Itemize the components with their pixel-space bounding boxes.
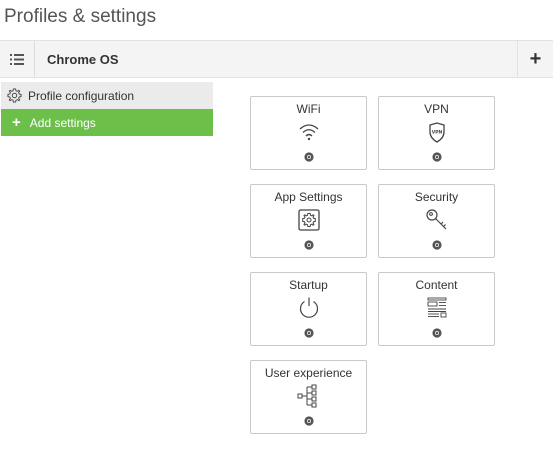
chrome-icon (431, 152, 442, 162)
tile-label: Content (415, 278, 458, 292)
chrome-icon (303, 416, 314, 426)
tile-startup[interactable]: Startup (250, 272, 367, 346)
power-icon (299, 297, 318, 318)
wifi-icon (299, 124, 318, 141)
sidebar: Profile configuration + Add settings (1, 82, 213, 136)
tile-vpn[interactable]: VPN VPN (378, 96, 495, 170)
content-icon (427, 297, 446, 318)
tile-label: VPN (424, 102, 449, 116)
tile-label: Security (414, 190, 459, 204)
gear-icon (7, 88, 22, 103)
tile-content[interactable]: Content (378, 272, 495, 346)
vpn-shield-icon: VPN (428, 121, 445, 143)
page-title: Profiles & settings (4, 6, 157, 27)
svg-text:VPN: VPN (431, 129, 442, 135)
os-header-bar: Chrome OS + (0, 40, 553, 78)
add-profile-button[interactable]: + (517, 41, 553, 77)
tile-label: WiFi (296, 102, 321, 116)
tile-app-settings[interactable]: App Settings (250, 184, 367, 258)
tile-wifi[interactable]: WiFi (250, 96, 367, 170)
tile-user-experience[interactable]: User experience (250, 360, 367, 434)
list-icon (10, 53, 24, 65)
sidebar-item-label: Add settings (29, 115, 96, 130)
hierarchy-icon (297, 384, 316, 408)
tile-label: User experience (264, 366, 353, 380)
chrome-icon (431, 240, 442, 250)
plus-icon: + (12, 114, 21, 131)
sidebar-item-add-settings[interactable]: + Add settings (1, 109, 213, 136)
tile-label: Startup (289, 278, 328, 292)
chrome-icon (431, 328, 442, 338)
chrome-icon (303, 240, 314, 250)
app-settings-icon (297, 209, 320, 231)
list-view-button[interactable] (0, 41, 35, 77)
chrome-icon (303, 328, 314, 338)
sidebar-item-profile-configuration[interactable]: Profile configuration (1, 82, 213, 109)
os-title: Chrome OS (47, 52, 119, 67)
chrome-icon (303, 152, 314, 162)
tile-label: App Settings (274, 190, 343, 204)
key-icon (425, 209, 446, 230)
sidebar-item-label: Profile configuration (28, 88, 135, 103)
tile-security[interactable]: Security (378, 184, 495, 258)
